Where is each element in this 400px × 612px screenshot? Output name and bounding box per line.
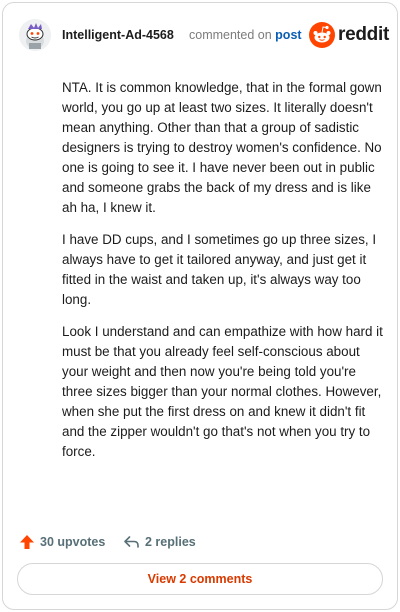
reply-arrow-icon [124,536,139,548]
replies-button[interactable]: 2 replies [123,531,196,553]
view-comments-label: View 2 comments [147,572,253,586]
upvote-button[interactable]: 30 upvotes [19,531,105,553]
upvote-count: 30 upvotes [40,535,106,549]
comment-header: Intelligent-Ad-4568 commented on post re… [19,19,389,53]
reddit-logo[interactable]: reddit [309,22,389,48]
reddit-logo-icon [309,22,335,48]
comment-meta: commented on post [189,28,302,42]
snoo-avatar-icon [19,19,51,51]
comment-actions: 30 upvotes 2 replies [19,531,319,553]
comment-body: NTA. It is common knowledge, that in the… [62,78,384,474]
author-name[interactable]: Intelligent-Ad-4568 [62,28,174,42]
comment-action-text: commented on [189,28,272,42]
comment-paragraph: Look I understand and can empathize with… [62,324,383,459]
view-comments-button[interactable]: View 2 comments [17,563,383,595]
comment-card: Intelligent-Ad-4568 commented on post re… [2,2,398,610]
reddit-wordmark: reddit [338,24,389,45]
comment-paragraph: I have DD cups, and I sometimes go up th… [62,232,377,307]
comment-paragraph: NTA. It is common knowledge, that in the… [62,80,382,215]
upvote-arrow-icon [20,535,34,549]
avatar[interactable] [19,19,51,51]
post-link[interactable]: post [275,28,301,42]
reply-count: 2 replies [145,535,196,549]
